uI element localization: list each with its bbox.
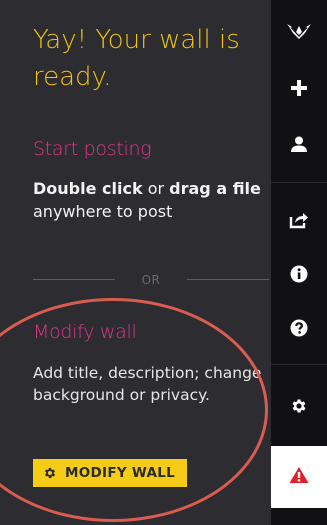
or-connector-text: or — [142, 179, 170, 198]
info-panel: Yay! Your wall is ready. Start posting D… — [0, 0, 271, 525]
toolbar-divider — [271, 364, 327, 365]
divider-line-right — [187, 279, 269, 280]
warning-button[interactable] — [271, 446, 327, 508]
logo-button[interactable] — [271, 14, 327, 50]
user-icon — [290, 135, 308, 153]
share-icon — [289, 211, 309, 229]
profile-button[interactable] — [271, 126, 327, 162]
settings-button[interactable] — [271, 388, 327, 424]
modify-wall-button-label: MODIFY WALL — [65, 465, 176, 481]
modify-wall-button[interactable]: MODIFY WALL — [33, 459, 188, 487]
gear-icon — [290, 397, 308, 415]
modify-wall-instructions: Add title, description; change backgroun… — [33, 364, 262, 404]
help-icon — [290, 319, 308, 337]
anywhere-text: anywhere to post — [33, 202, 173, 221]
drag-file-text: drag a file — [169, 179, 261, 198]
modify-wall-heading: Modify wall — [33, 321, 137, 343]
plus-icon — [290, 79, 308, 97]
share-button[interactable] — [271, 202, 327, 238]
logo-icon — [286, 22, 312, 42]
add-post-button[interactable] — [271, 70, 327, 106]
warning-icon — [289, 466, 309, 488]
panel-title: Yay! Your wall is ready. — [33, 25, 240, 92]
divider-label: OR — [141, 273, 161, 287]
gear-icon — [43, 466, 57, 480]
or-divider: OR — [33, 270, 269, 290]
posting-instructions: Double click or drag a file anywhere to … — [33, 177, 269, 223]
toolbar-divider — [271, 182, 327, 183]
info-icon — [290, 265, 308, 283]
info-button[interactable] — [271, 256, 327, 292]
help-button[interactable] — [271, 310, 327, 346]
start-posting-heading: Start posting — [33, 138, 152, 160]
double-click-text: Double click — [33, 179, 143, 198]
